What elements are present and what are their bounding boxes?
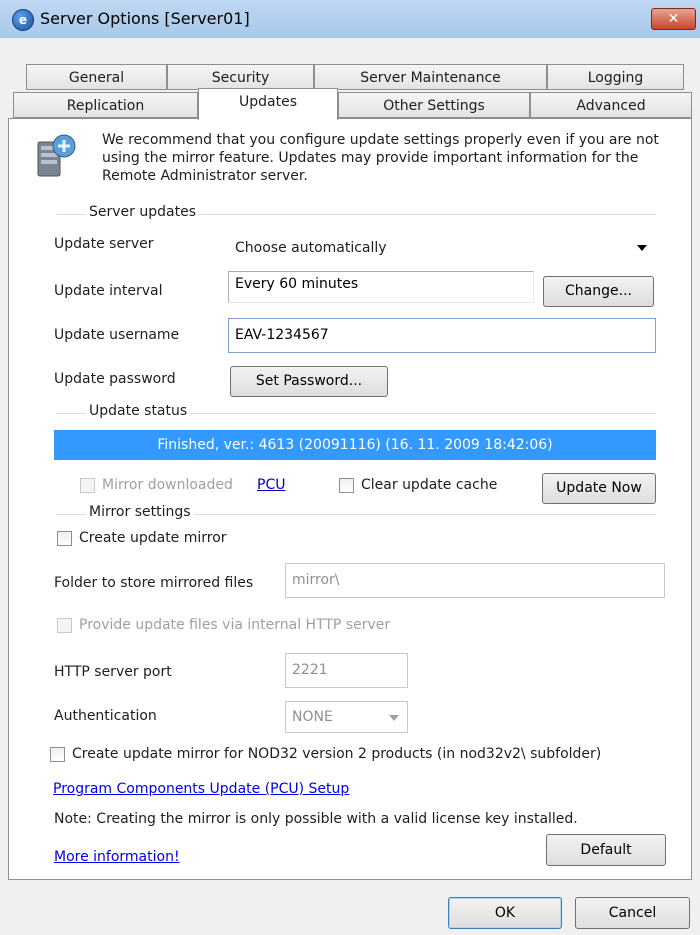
default-button[interactable]: Default [546, 834, 666, 866]
authentication-select[interactable]: NONE [285, 701, 408, 733]
create-update-mirror-checkbox[interactable] [57, 531, 72, 546]
update-now-button[interactable]: Update Now [542, 473, 656, 504]
chevron-down-icon [389, 715, 399, 721]
title-bar[interactable]: e Server Options [Server01] ✕ [0, 0, 700, 39]
window-title: Server Options [Server01] [40, 9, 250, 28]
mirror-downloaded-label: Mirror downloaded [102, 477, 233, 493]
create-update-mirror-label: Create update mirror [79, 530, 227, 546]
close-button[interactable]: ✕ [651, 8, 696, 30]
http-port-input[interactable]: 2221 [285, 653, 408, 688]
info-message: We recommend that you configure update s… [102, 132, 659, 184]
tab-security[interactable]: Security [167, 64, 314, 90]
update-server-select[interactable]: Choose automatically [228, 234, 656, 260]
http-port-label: HTTP server port [54, 664, 172, 680]
update-status-group-label: Update status [86, 403, 191, 419]
pcu-setup-link[interactable]: Program Components Update (PCU) Setup [53, 781, 349, 797]
mirror-folder-label: Folder to store mirrored files [54, 575, 254, 591]
mirror-folder-input[interactable]: mirror\ [285, 563, 665, 598]
authentication-value: NONE [292, 709, 333, 725]
more-information-link[interactable]: More information! [54, 849, 180, 865]
server-updates-group-label: Server updates [86, 204, 199, 220]
update-password-label: Update password [54, 371, 176, 387]
ra-app-icon: e [12, 9, 34, 31]
mirror-settings-group-label: Mirror settings [86, 504, 194, 520]
tab-advanced[interactable]: Advanced [530, 92, 692, 118]
tab-general[interactable]: General [26, 64, 167, 90]
nod32v2-mirror-checkbox[interactable] [50, 747, 65, 762]
mirror-downloaded-checkbox[interactable] [80, 478, 95, 493]
set-password-button[interactable]: Set Password... [230, 366, 388, 397]
cancel-button[interactable]: Cancel [575, 897, 690, 929]
tab-server-maintenance[interactable]: Server Maintenance [314, 64, 547, 90]
authentication-label: Authentication [54, 708, 157, 724]
pcu-link[interactable]: PCU [257, 477, 285, 493]
internal-http-server-checkbox[interactable] [57, 618, 72, 633]
server-icon [37, 134, 76, 177]
tab-logging[interactable]: Logging [547, 64, 684, 90]
clear-update-cache-checkbox[interactable] [339, 478, 354, 493]
nod32v2-mirror-label: Create update mirror for NOD32 version 2… [72, 746, 602, 762]
change-button[interactable]: Change... [543, 276, 654, 307]
update-interval-field: Every 60 minutes [228, 271, 534, 303]
update-status-text: Finished, ver.: 4613 (20091116) (16. 11.… [54, 430, 656, 460]
update-interval-label: Update interval [54, 283, 163, 299]
server-options-window: e Server Options [Server01] ✕ General Se… [0, 0, 700, 935]
tab-other-settings[interactable]: Other Settings [338, 92, 530, 118]
ok-button[interactable]: OK [448, 897, 562, 929]
update-server-label: Update server [54, 236, 154, 252]
chevron-down-icon [637, 245, 647, 251]
tab-updates[interactable]: Updates [198, 88, 338, 120]
update-username-label: Update username [54, 327, 180, 343]
license-note: Note: Creating the mirror is only possib… [54, 811, 578, 827]
clear-update-cache-label: Clear update cache [361, 477, 498, 493]
update-server-value: Choose automatically [235, 240, 387, 256]
tab-replication[interactable]: Replication [13, 92, 198, 118]
internal-http-server-label: Provide update files via internal HTTP s… [79, 617, 391, 633]
update-username-input[interactable]: EAV-1234567 [228, 318, 656, 353]
